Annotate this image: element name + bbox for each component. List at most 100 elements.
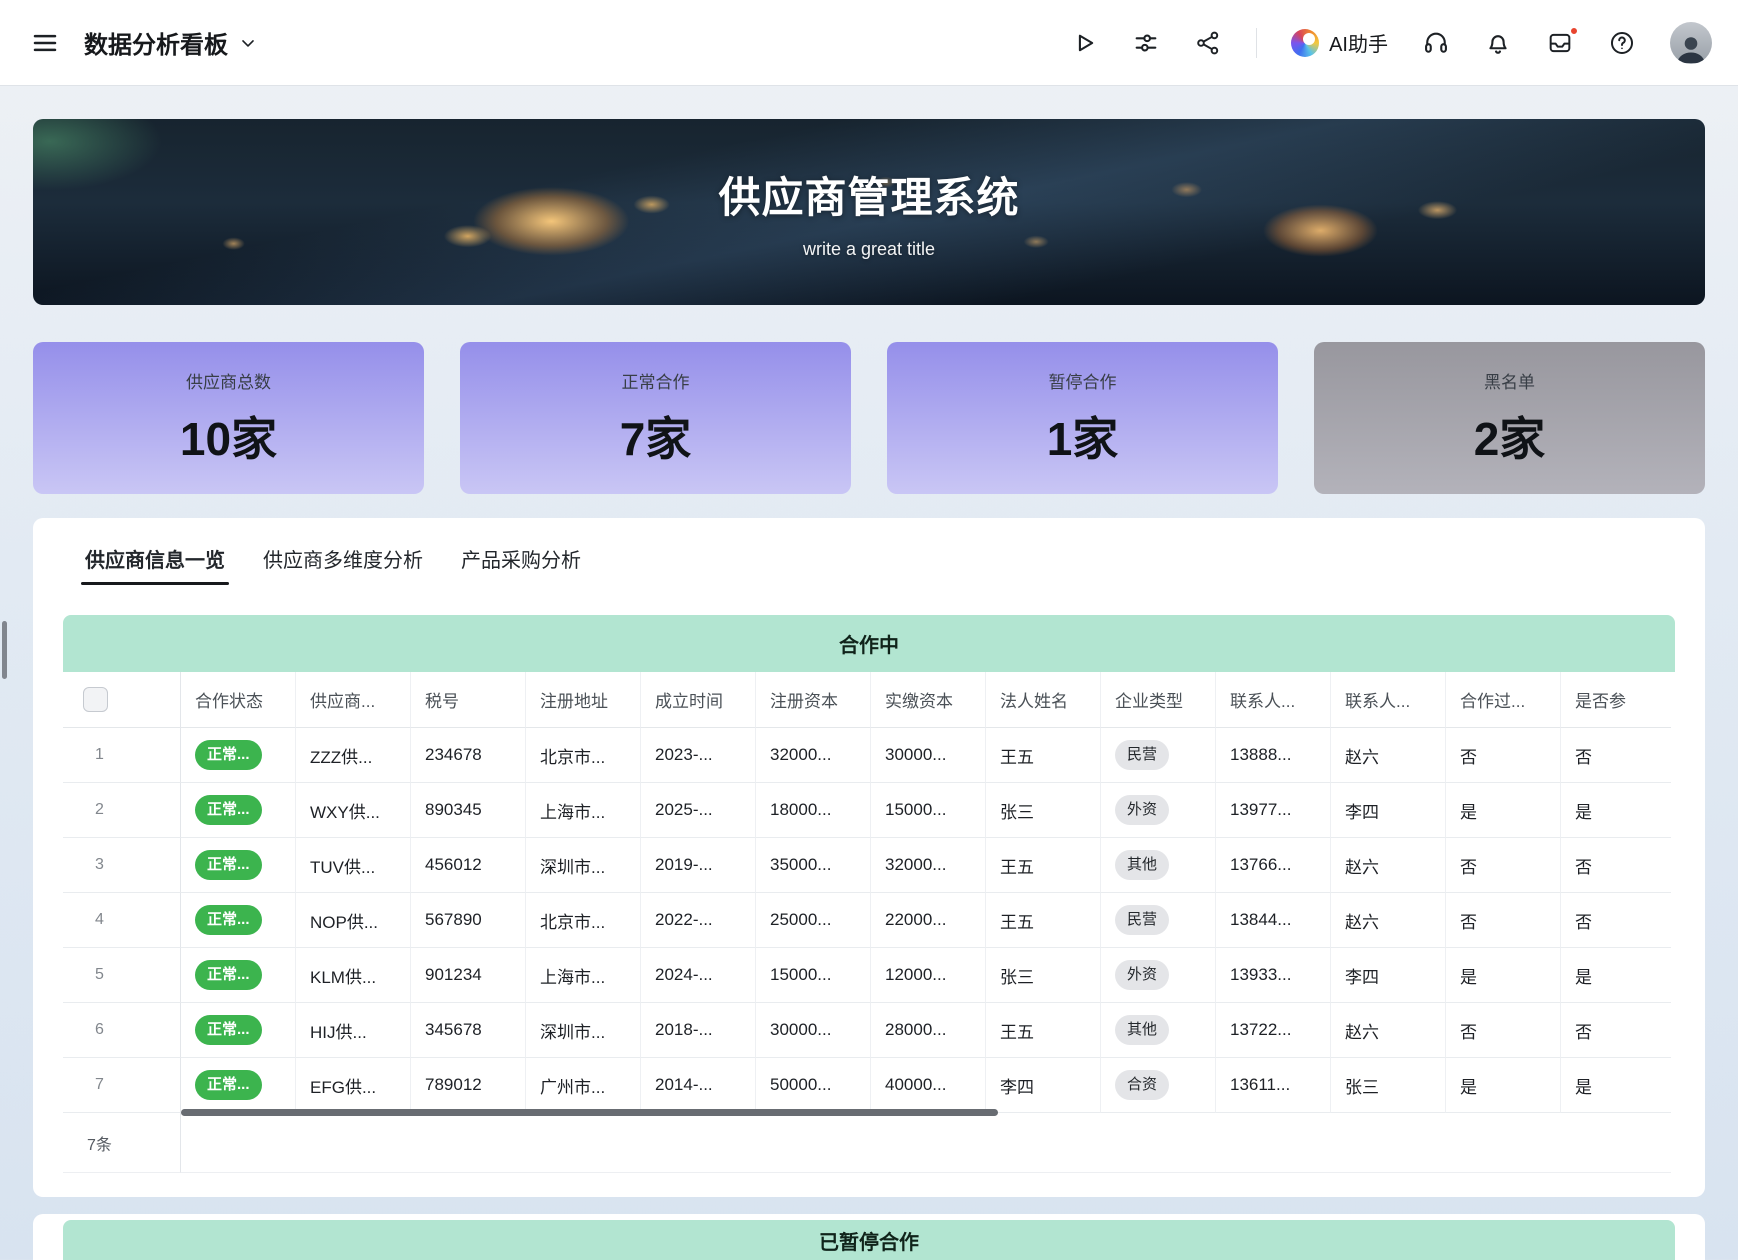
tab-1[interactable]: 供应商信息一览 [85, 544, 225, 585]
status-badge: 正常... [195, 850, 262, 880]
notifications-button[interactable] [1484, 29, 1512, 57]
data-cell: 890345 [411, 783, 526, 838]
toolbar-divider [1256, 28, 1257, 58]
data-cell: 是 [1446, 783, 1561, 838]
header-cell[interactable]: 实缴资本 [871, 672, 986, 728]
data-cell: 18000... [756, 783, 871, 838]
header-cell[interactable]: 企业类型 [1101, 672, 1216, 728]
user-photo-icon [1673, 32, 1709, 64]
table-row[interactable]: 3正常...TUV供...456012深圳市...2019-...35000..… [63, 838, 1671, 893]
status-badge: 正常... [195, 1070, 262, 1100]
data-cell: 赵六 [1331, 1003, 1446, 1058]
footer-filler [181, 1113, 1671, 1173]
tab-3[interactable]: 产品采购分析 [461, 544, 581, 585]
data-cell: 901234 [411, 948, 526, 1003]
data-cell: 否 [1561, 838, 1671, 893]
share-icon [1194, 29, 1222, 57]
header-cell[interactable]: 合作状态 [181, 672, 296, 728]
help-button[interactable] [1608, 29, 1636, 57]
ai-assistant-button[interactable]: AI助手 [1291, 28, 1388, 57]
row-index: 5 [63, 948, 181, 1003]
status-cell: 正常... [181, 728, 296, 783]
header-cell[interactable]: 注册地址 [526, 672, 641, 728]
paused-group-title: 已暂停合作 [63, 1220, 1675, 1260]
data-cell: 否 [1561, 893, 1671, 948]
table-group-title: 合作中 [63, 615, 1675, 672]
table-row[interactable]: 7正常...EFG供...789012广州市...2014-...50000..… [63, 1058, 1671, 1113]
stat-card-4: 黑名单2家 [1314, 342, 1705, 494]
chevron-down-icon [238, 33, 258, 53]
header-cell[interactable]: 合作过... [1446, 672, 1561, 728]
data-cell: EFG供... [296, 1058, 411, 1113]
data-cell: 30000... [871, 728, 986, 783]
data-cell: ZZZ供... [296, 728, 411, 783]
data-cell: 赵六 [1331, 728, 1446, 783]
suppliers-panel: 供应商信息一览供应商多维度分析产品采购分析 合作中 合作状态供应商...税号注册… [33, 518, 1705, 1197]
row-index: 2 [63, 783, 181, 838]
topbar: 数据分析看板 AI助手 [0, 0, 1738, 85]
status-badge: 正常... [195, 740, 262, 770]
data-cell: 13766... [1216, 838, 1331, 893]
supplier-table: 合作状态供应商...税号注册地址成立时间注册资本实缴资本法人姓名企业类型联系人.… [63, 672, 1671, 1173]
support-button[interactable] [1422, 29, 1450, 57]
data-cell: NOP供... [296, 893, 411, 948]
menu-icon [30, 28, 60, 58]
header-cell[interactable]: 联系人... [1216, 672, 1331, 728]
status-cell: 正常... [181, 1058, 296, 1113]
table-row[interactable]: 6正常...HIJ供...345678深圳市...2018-...30000..… [63, 1003, 1671, 1058]
horizontal-scrollbar[interactable] [181, 1109, 998, 1116]
header-cell[interactable]: 供应商... [296, 672, 411, 728]
company-type-cell: 民营 [1101, 728, 1216, 783]
tab-2[interactable]: 供应商多维度分析 [263, 544, 423, 585]
company-type-cell: 其他 [1101, 1003, 1216, 1058]
present-button[interactable] [1070, 29, 1098, 57]
data-cell: 13611... [1216, 1058, 1331, 1113]
header-cell[interactable]: 注册资本 [756, 672, 871, 728]
vertical-scrollbar[interactable] [2, 621, 7, 679]
row-index: 4 [63, 893, 181, 948]
row-count: 7条 [63, 1113, 181, 1173]
header-cell[interactable]: 联系人... [1331, 672, 1446, 728]
stat-value: 10家 [180, 403, 277, 469]
data-cell: 234678 [411, 728, 526, 783]
data-cell: 456012 [411, 838, 526, 893]
select-all-checkbox[interactable] [83, 687, 108, 712]
table-row[interactable]: 5正常...KLM供...901234上海市...2024-...15000..… [63, 948, 1671, 1003]
header-cell[interactable]: 税号 [411, 672, 526, 728]
table-row[interactable]: 2正常...WXY供...890345上海市...2025-...18000..… [63, 783, 1671, 838]
data-cell: 否 [1446, 1003, 1561, 1058]
hero-banner: 供应商管理系统 write a great title [33, 119, 1705, 305]
table-header-row: 合作状态供应商...税号注册地址成立时间注册资本实缴资本法人姓名企业类型联系人.… [63, 672, 1671, 728]
stat-card-1: 供应商总数10家 [33, 342, 424, 494]
inbox-button[interactable] [1546, 29, 1574, 57]
table-footer: 7条 [63, 1113, 1671, 1173]
stat-value: 2家 [1474, 403, 1546, 469]
company-type-cell: 合资 [1101, 1058, 1216, 1113]
data-cell: 25000... [756, 893, 871, 948]
data-cell: 李四 [986, 1058, 1101, 1113]
avatar[interactable] [1670, 22, 1712, 64]
header-cell[interactable]: 法人姓名 [986, 672, 1101, 728]
data-cell: 张三 [986, 783, 1101, 838]
stat-label: 暂停合作 [1049, 368, 1117, 393]
share-button[interactable] [1194, 29, 1222, 57]
header-cell[interactable]: 成立时间 [641, 672, 756, 728]
company-type-badge: 民营 [1115, 740, 1169, 770]
data-cell: 13722... [1216, 1003, 1331, 1058]
dashboard-title-dropdown[interactable]: 数据分析看板 [84, 25, 258, 60]
settings-button[interactable] [1132, 29, 1160, 57]
data-cell: 13977... [1216, 783, 1331, 838]
status-badge: 正常... [195, 795, 262, 825]
menu-button[interactable] [30, 28, 60, 58]
data-cell: 15000... [871, 783, 986, 838]
header-cell[interactable]: 是否参 [1561, 672, 1671, 728]
data-cell: 李四 [1331, 948, 1446, 1003]
table-row[interactable]: 4正常...NOP供...567890北京市...2022-...25000..… [63, 893, 1671, 948]
data-cell: 15000... [756, 948, 871, 1003]
data-cell: 张三 [986, 948, 1101, 1003]
company-type-cell: 民营 [1101, 893, 1216, 948]
table-row[interactable]: 1正常...ZZZ供...234678北京市...2023-...32000..… [63, 728, 1671, 783]
bell-icon [1484, 29, 1512, 57]
ai-assistant-label: AI助手 [1329, 28, 1388, 57]
dashboard-body: 供应商管理系统 write a great title 供应商总数10家正常合作… [0, 119, 1738, 1260]
